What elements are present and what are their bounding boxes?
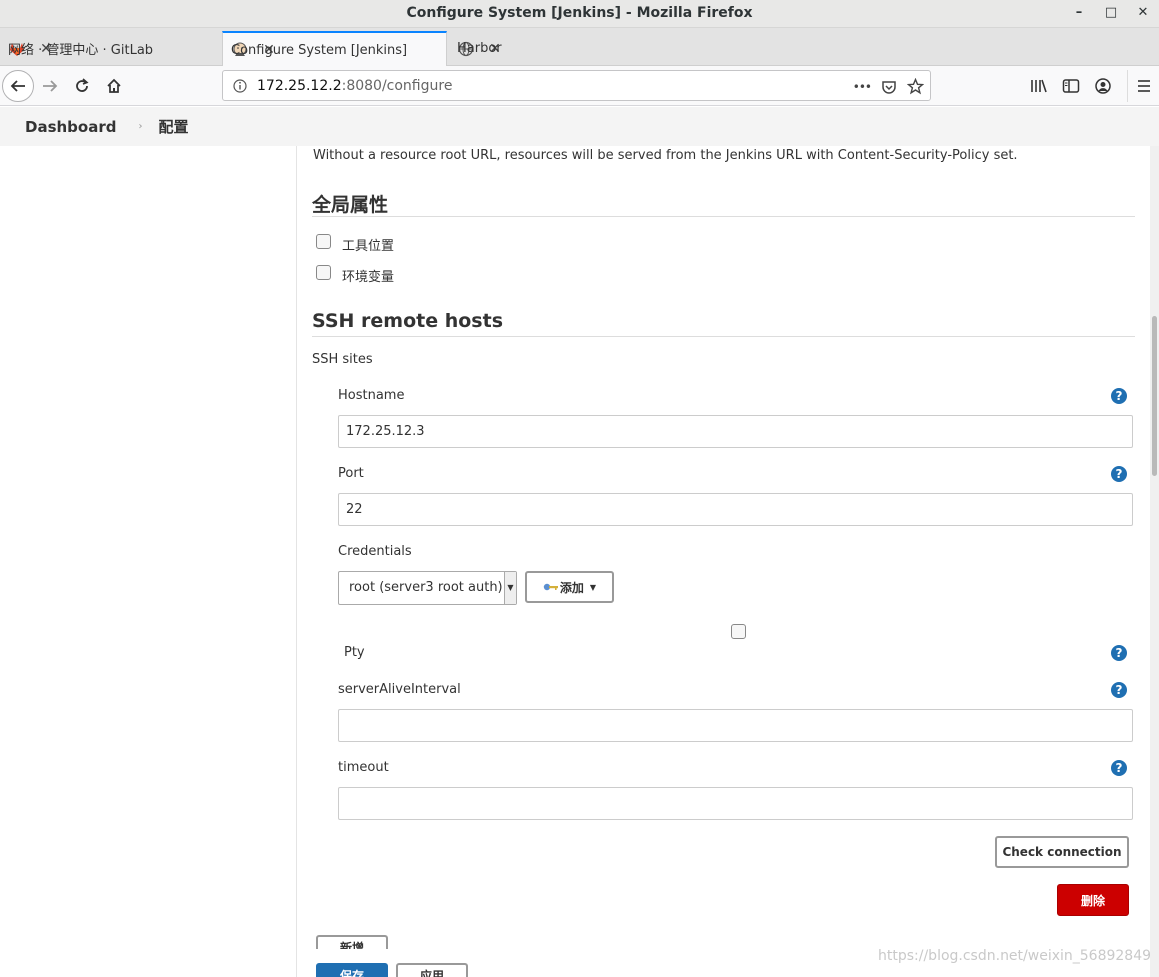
key-icon — [543, 582, 559, 592]
url-actions: ••• — [853, 71, 924, 102]
tab-label: Harbor — [457, 41, 502, 56]
check-connection-button[interactable]: Check connection — [995, 836, 1129, 868]
tab-gitlab[interactable]: 网络 · 管理中心 · GitLab ✕ — [0, 31, 220, 66]
watermark: https://blog.csdn.net/weixin_56892849 — [878, 948, 1152, 964]
help-icon[interactable]: ? — [1111, 760, 1127, 776]
save-button[interactable]: 保存 — [316, 963, 388, 977]
env-vars-label: 环境变量 — [342, 270, 395, 285]
divider — [312, 216, 1135, 217]
timeout-label: timeout — [338, 760, 389, 775]
port-label: Port — [338, 466, 364, 481]
scrollbar-thumb[interactable] — [1152, 316, 1157, 476]
pocket-icon[interactable] — [881, 79, 897, 95]
server-alive-interval-label: serverAliveInterval — [338, 682, 461, 697]
tool-locations-checkbox[interactable] — [316, 234, 331, 249]
help-icon[interactable]: ? — [1111, 466, 1127, 482]
close-window-button[interactable]: ✕ — [1127, 0, 1159, 28]
add-site-button[interactable]: 新增 — [316, 935, 388, 949]
window-title-bar: Configure System [Jenkins] - Mozilla Fir… — [0, 0, 1159, 28]
env-vars-checkbox[interactable] — [316, 265, 331, 280]
breadcrumb-dashboard[interactable]: Dashboard — [25, 118, 116, 136]
info-icon[interactable] — [233, 78, 247, 93]
chevron-down-icon: ▼ — [589, 582, 597, 592]
sidebar-icon[interactable] — [1055, 70, 1087, 102]
pty-checkbox[interactable] — [731, 624, 746, 639]
credentials-select[interactable]: root (server3 root auth) ▼ — [338, 571, 517, 605]
timeout-input[interactable] — [338, 787, 1133, 820]
reload-icon — [76, 78, 89, 92]
back-button[interactable] — [2, 70, 34, 102]
back-arrow-icon — [10, 80, 25, 92]
minimize-button[interactable]: – — [1063, 0, 1095, 28]
help-icon[interactable]: ? — [1111, 682, 1127, 698]
delete-button[interactable]: 删除 — [1057, 884, 1129, 916]
ssh-sites-label: SSH sites — [312, 352, 373, 367]
tab-label: Configure System [Jenkins] — [231, 42, 408, 58]
window-controls: – □ ✕ — [1063, 0, 1159, 28]
breadcrumb-configure[interactable]: 配置 — [158, 116, 188, 137]
breadcrumb-separator: › — [138, 121, 143, 132]
credentials-label: Credentials — [338, 544, 412, 559]
window-title: Configure System [Jenkins] - Mozilla Fir… — [406, 5, 753, 21]
help-icon[interactable]: ? — [1111, 645, 1127, 661]
tab-label: 网络 · 管理中心 · GitLab — [8, 43, 154, 58]
hostname-input[interactable] — [338, 415, 1133, 448]
help-icon[interactable]: ? — [1111, 388, 1127, 404]
navigation-toolbar: 172.25.12.2:8080/configure ••• — [0, 66, 1159, 106]
bookmark-star-icon[interactable] — [907, 78, 924, 95]
apply-button[interactable]: 应用 — [396, 963, 468, 977]
home-icon — [107, 78, 121, 93]
library-icon[interactable] — [1023, 70, 1055, 102]
home-button[interactable] — [98, 70, 130, 102]
forward-button[interactable] — [34, 70, 66, 102]
add-label: 添加 — [559, 580, 584, 595]
add-credentials-button[interactable]: 添加 ▼ — [525, 571, 614, 603]
section-title-ssh-remote-hosts: SSH remote hosts — [312, 310, 504, 332]
resource-root-note: Without a resource root URL, resources w… — [313, 148, 1018, 163]
credentials-selected-value: root (server3 root auth) — [349, 580, 503, 595]
pty-label: Pty — [344, 645, 365, 660]
divider — [312, 336, 1135, 337]
page-scrollbar[interactable] — [1150, 146, 1159, 977]
tab-harbor[interactable]: Harbor ✕ — [449, 31, 671, 66]
url-bar[interactable]: 172.25.12.2:8080/configure ••• — [222, 70, 931, 101]
hostname-label: Hostname — [338, 388, 405, 403]
section-title-global-properties: 全局属性 — [312, 194, 389, 216]
main-panel: Without a resource root URL, resources w… — [298, 146, 1150, 977]
url-host: 172.25.12.2 — [257, 77, 342, 94]
chevron-down-icon: ▼ — [504, 572, 516, 604]
tab-bar: 网络 · 管理中心 · GitLab ✕ Configure System [J… — [0, 28, 1159, 86]
breadcrumb: Dashboard › 配置 — [0, 107, 1159, 146]
port-input[interactable] — [338, 493, 1133, 526]
toolbar-right — [1023, 70, 1159, 102]
account-icon[interactable] — [1087, 70, 1119, 102]
tab-jenkins[interactable]: Configure System [Jenkins] ✕ — [222, 31, 447, 67]
side-panel — [0, 146, 297, 977]
url-path: :8080/configure — [341, 77, 453, 94]
reload-button[interactable] — [66, 70, 98, 102]
server-alive-interval-input[interactable] — [338, 709, 1133, 742]
forward-arrow-icon — [43, 80, 58, 92]
menu-icon[interactable] — [1127, 70, 1159, 102]
tool-locations-label: 工具位置 — [342, 239, 395, 254]
maximize-button[interactable]: □ — [1095, 0, 1127, 28]
page-actions-icon[interactable]: ••• — [853, 80, 872, 94]
